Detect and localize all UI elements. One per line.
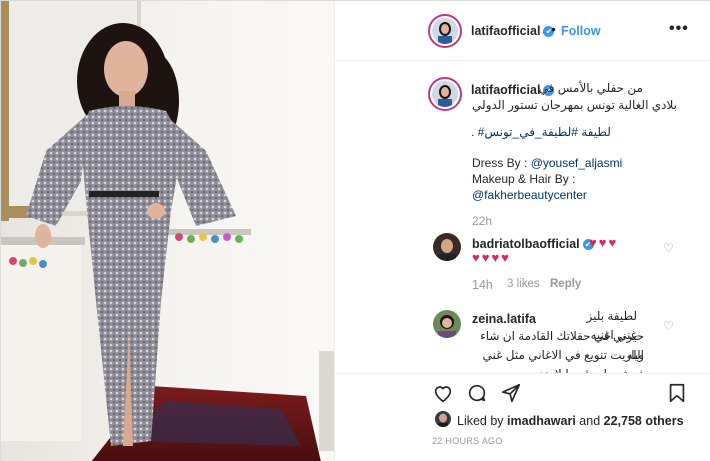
caption-hashtags[interactable]: لطيفة #لطيفة_في_تونس# . bbox=[471, 125, 611, 139]
caption-line-1: من حفلي بالأمس في bbox=[538, 81, 643, 95]
save-svg bbox=[669, 383, 685, 403]
commenter-username-link[interactable]: zeina.latifa bbox=[472, 312, 536, 326]
like-comment-heart-icon[interactable]: ♡ bbox=[663, 241, 674, 255]
caption-avatar[interactable] bbox=[432, 81, 458, 107]
caption-timestamp[interactable]: 22h bbox=[472, 214, 492, 228]
liked-by-avatar[interactable] bbox=[435, 411, 451, 427]
commenter-username-link[interactable]: badriatolbaofficial ✔ bbox=[472, 237, 594, 251]
post-side-panel: latifaofficial ✔ • Follow ••• latifaoffic… bbox=[334, 1, 710, 461]
instagram-post-dialog: › latifaofficial✔ • Follow ••• bbox=[0, 0, 710, 461]
paper-plane-icon[interactable] bbox=[500, 382, 522, 404]
follow-button[interactable]: Follow bbox=[561, 24, 601, 38]
commenter-username: badriatolbaofficial bbox=[472, 237, 580, 251]
author-avatar[interactable] bbox=[432, 18, 458, 44]
comment-svg bbox=[468, 384, 486, 402]
commenter-username: zeina.latifa bbox=[472, 312, 536, 326]
comment-hearts-emoji: ♥♥♥♥ bbox=[472, 250, 511, 265]
avatar-image bbox=[432, 18, 458, 44]
separator-dot: • bbox=[551, 21, 556, 37]
liked-by-count-link[interactable]: 22,758 others bbox=[604, 414, 684, 428]
caption-dress-credit: Dress By : @yousef_aljasmi bbox=[472, 155, 622, 172]
commenter-avatar[interactable] bbox=[433, 233, 461, 261]
liked-by-prefix: Liked by bbox=[457, 414, 508, 428]
avatar-image bbox=[432, 81, 458, 107]
liked-by-middle: and bbox=[575, 414, 604, 428]
avatar-image bbox=[433, 233, 461, 261]
comment-text-line-3: وياريت تنويع في الاغاني مثل غني bbox=[482, 348, 645, 362]
reply-button[interactable]: Reply bbox=[550, 278, 581, 290]
comment-likes-count[interactable]: 3 likes bbox=[507, 278, 540, 290]
avatar-image bbox=[433, 310, 461, 338]
liked-by-user-link[interactable]: imadhawari bbox=[507, 414, 576, 428]
avatar-image bbox=[435, 411, 451, 427]
more-options-icon[interactable]: ••• bbox=[669, 20, 689, 38]
comment-text-line-4: فرش ماجوقه وايلا هدوم من bbox=[472, 365, 644, 373]
comment-bubble-icon[interactable] bbox=[466, 382, 488, 404]
post-actions-bar: Liked by imadhawari and 22,758 others 22… bbox=[335, 373, 710, 461]
heart-outline-icon[interactable] bbox=[432, 382, 454, 404]
comment-hearts-emoji: ♥♥♥ bbox=[589, 235, 619, 250]
makeup-artist-mention[interactable]: @fakherbeautycenter bbox=[472, 187, 587, 204]
woman-in-sequin-dress-image bbox=[1, 1, 334, 461]
liked-by-summary: Liked by imadhawari and 22,758 others bbox=[457, 414, 684, 428]
like-comment-heart-icon[interactable]: ♡ bbox=[663, 319, 674, 333]
share-svg bbox=[501, 383, 521, 403]
caption-line-2: بلادي الغالية تونس بمهرجان تستور الدولي bbox=[472, 98, 677, 112]
author-username: latifaofficial bbox=[471, 24, 541, 38]
dress-designer-mention[interactable]: @yousef_aljasmi bbox=[531, 156, 623, 170]
post-timestamp[interactable]: 22 HOURS AGO bbox=[432, 436, 503, 446]
caption-makeup-credit: Makeup & Hair By : bbox=[472, 172, 576, 186]
commenter-avatar[interactable] bbox=[433, 310, 461, 338]
dress-credit-label: Dress By : bbox=[472, 156, 531, 170]
comment-timestamp[interactable]: 14h bbox=[472, 278, 493, 292]
author-username-link[interactable]: latifaofficial ✔ bbox=[471, 24, 555, 38]
bookmark-icon[interactable] bbox=[666, 382, 688, 404]
post-photo[interactable] bbox=[1, 1, 334, 461]
post-header: latifaofficial ✔ • Follow ••• bbox=[335, 1, 710, 61]
like-svg bbox=[434, 386, 452, 403]
